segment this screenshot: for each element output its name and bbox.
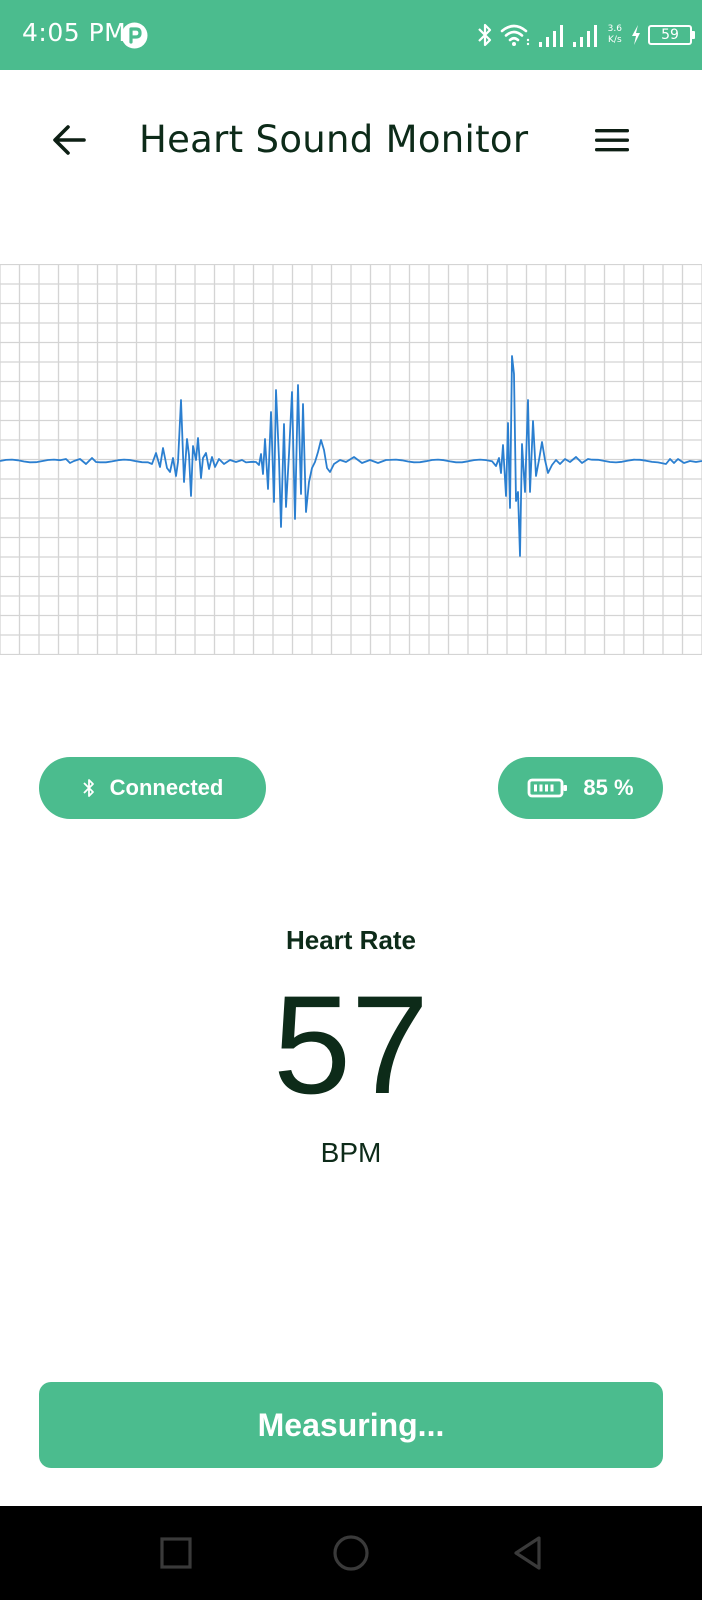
back-triangle-icon bbox=[514, 1536, 541, 1570]
heart-rate-label: Heart Rate bbox=[285, 925, 417, 955]
network-speed-unit: K/s bbox=[608, 35, 622, 45]
recent-apps-icon bbox=[160, 1537, 192, 1569]
heart-rate-value: 57 bbox=[273, 966, 429, 1123]
app-header: Heart Sound Monitor bbox=[0, 100, 702, 180]
battery-icon bbox=[527, 777, 569, 799]
system-navigation-bar bbox=[0, 1506, 702, 1600]
connection-status-pill[interactable]: Connected bbox=[39, 757, 266, 819]
battery-icon: 59 bbox=[648, 25, 695, 45]
status-icons: 3.6 K/s 59 bbox=[476, 18, 695, 52]
wifi-icon bbox=[500, 22, 532, 48]
menu-button[interactable] bbox=[590, 120, 634, 160]
app-notification-icon bbox=[121, 22, 148, 49]
recent-apps-button[interactable] bbox=[156, 1533, 196, 1573]
arrow-left-icon bbox=[53, 125, 86, 155]
page-title: Heart Sound Monitor bbox=[139, 118, 529, 161]
home-icon bbox=[333, 1535, 369, 1571]
bluetooth-icon bbox=[82, 777, 96, 799]
signal-2-icon bbox=[572, 22, 600, 48]
network-speed-value: 3.6 bbox=[607, 24, 622, 34]
status-bar: 4:05 PM 3.6 K/s 59 bbox=[0, 0, 702, 70]
home-button[interactable] bbox=[331, 1533, 371, 1573]
bluetooth-icon bbox=[476, 22, 494, 48]
hamburger-menu-icon bbox=[595, 129, 629, 152]
status-time: 4:05 PM bbox=[22, 18, 127, 47]
device-battery-pill[interactable]: 85 % bbox=[498, 757, 663, 819]
heart-rate-unit: BPM bbox=[320, 1137, 382, 1168]
device-battery-label: 85 % bbox=[583, 775, 634, 800]
signal-1-icon bbox=[538, 22, 566, 48]
screen: 4:05 PM 3.6 K/s 59 Heart Sound Monitor C… bbox=[0, 0, 702, 1600]
waveform-chart bbox=[0, 264, 702, 655]
charging-icon bbox=[630, 24, 642, 46]
network-speed: 3.6 K/s bbox=[608, 24, 622, 46]
back-nav-button[interactable] bbox=[508, 1533, 548, 1573]
connection-status-label: Connected bbox=[109, 775, 224, 800]
measuring-button[interactable]: Measuring... bbox=[39, 1382, 663, 1468]
waveform-panel bbox=[0, 264, 702, 655]
back-button[interactable] bbox=[48, 118, 92, 162]
